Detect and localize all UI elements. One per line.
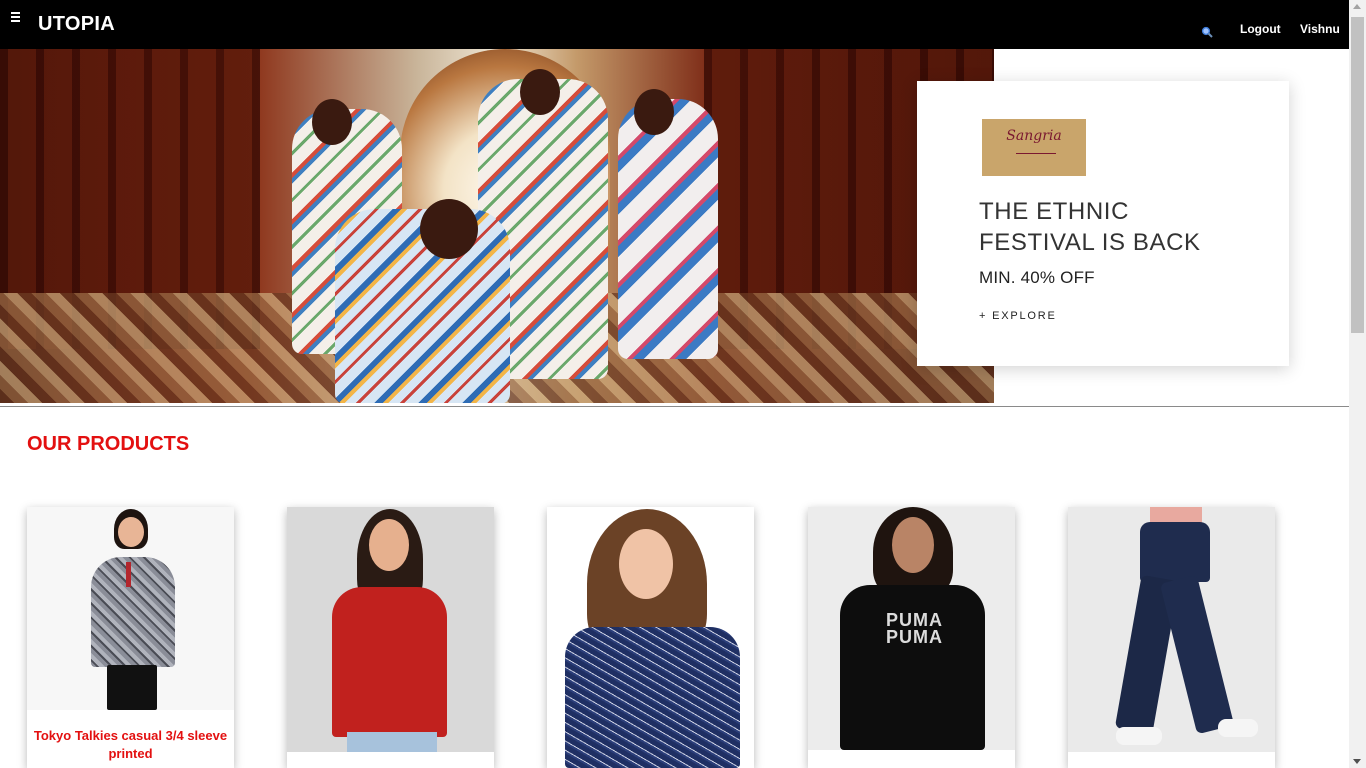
hamburger-menu-icon[interactable] [11,12,23,24]
user-profile-link[interactable]: Vishnu [1300,22,1340,36]
page: UTOPIA Logout Vishnu Sangria THE ETHNIC … [0,0,1349,768]
scroll-up-arrow-icon[interactable] [1353,4,1361,9]
product-image[interactable] [547,507,754,768]
brand-logo[interactable]: UTOPIA [38,13,115,36]
product-card[interactable] [547,507,754,768]
search-icon[interactable] [1201,26,1213,38]
product-image[interactable] [287,507,494,752]
product-image[interactable] [1068,507,1275,752]
explore-link[interactable]: + EXPLORE [979,310,1057,322]
scroll-down-arrow-icon[interactable] [1353,759,1361,764]
product-card[interactable] [1068,507,1275,768]
product-card[interactable]: Tokyo Talkies casual 3/4 sleeve printed [27,507,234,768]
scrollbar-thumb[interactable] [1351,17,1364,333]
vertical-scrollbar[interactable] [1349,0,1366,768]
promo-title-line1: THE ETHNIC [979,198,1129,225]
hero-banner[interactable]: Sangria THE ETHNIC FESTIVAL IS BACK MIN.… [0,49,1349,407]
sangria-brand-logo: Sangria [982,119,1086,176]
product-card[interactable]: PUMA PUMA [808,507,1015,768]
product-name[interactable]: Tokyo Talkies casual 3/4 sleeve printed [27,727,234,763]
hero-banner-image[interactable] [0,49,994,403]
product-image[interactable]: PUMA PUMA [808,507,1015,750]
logout-link[interactable]: Logout [1240,22,1281,36]
products-section-title: OUR PRODUCTS [27,433,190,455]
promo-title-line2: FESTIVAL IS BACK [979,229,1201,256]
product-image[interactable] [27,507,234,710]
promo-card[interactable]: Sangria THE ETHNIC FESTIVAL IS BACK MIN.… [917,81,1289,366]
top-navbar: UTOPIA Logout Vishnu [0,0,1349,49]
promo-offer: MIN. 40% OFF [979,268,1095,287]
promo-title: THE ETHNIC FESTIVAL IS BACK [979,196,1269,258]
product-card[interactable] [287,507,494,768]
